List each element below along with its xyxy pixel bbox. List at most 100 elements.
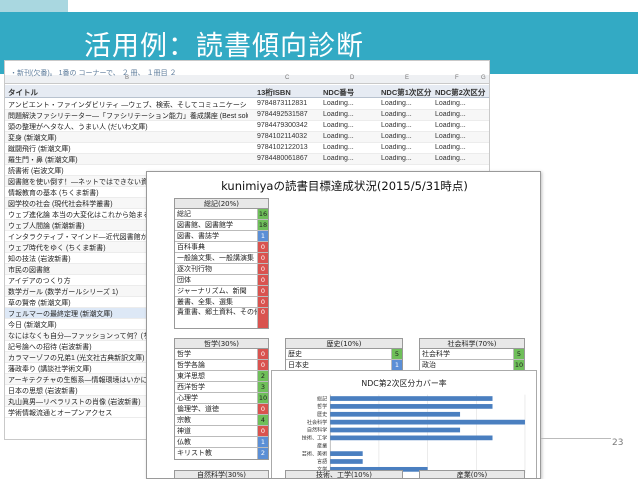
table-row[interactable]: 問題解決ファシリテーター―「ファシリテーション能力」養成講座 (Best sol… <box>5 110 489 121</box>
header-ndc-first[interactable]: NDC第1次区分 <box>381 87 431 98</box>
cell-f[interactable]: Loading... <box>381 122 412 129</box>
ndc-coverage-bar-chart: NDC第2次区分カバー率0.00%15.00%30.00%45.00%60.00… <box>271 370 537 478</box>
category-row: 神道 0 <box>175 426 268 437</box>
cell-isbn[interactable]: 9784873112831 <box>257 100 319 107</box>
header-title[interactable]: タイトル <box>8 87 38 98</box>
cell-g[interactable]: Loading... <box>435 133 466 140</box>
header-ndc-second[interactable]: NDC第2次区分 <box>435 87 485 98</box>
category-count: 0 <box>258 308 268 328</box>
bar <box>330 451 363 456</box>
cell-g[interactable]: Loading... <box>435 100 466 107</box>
category-label: 哲学 <box>317 403 327 410</box>
category-count: 18 <box>258 220 268 230</box>
category-table: 哲学(30%) 哲学 0 哲学各論 0 東洋思想 2 西洋哲学 3 心理学 10 倫理学、道徳 0 宗教 4… <box>174 338 269 460</box>
header-isbn[interactable]: 13桁ISBN <box>257 87 291 98</box>
category-name: 仏教 <box>175 437 258 447</box>
category-row: 図書、書誌学 1 <box>175 231 268 242</box>
cell-title[interactable]: アンビエント・ファインダビリティ ―ウェブ、検索、そしてコミュニケーションをめぐ… <box>8 100 248 110</box>
category-row: 社会科学 5 <box>420 349 524 360</box>
category-count: 16 <box>258 209 268 219</box>
cell-g[interactable]: Loading... <box>435 111 466 118</box>
cell-isbn[interactable]: 9784492531587 <box>257 111 319 118</box>
cell-title[interactable]: 問題解決ファシリテーター―「ファシリテーション能力」養成講座 (Best sol… <box>8 111 248 121</box>
category-count: 2 <box>258 371 268 381</box>
category-count: 0 <box>258 242 268 252</box>
page-number: 23 <box>612 438 624 448</box>
category-name: 総記 <box>175 209 258 219</box>
cell-f[interactable]: Loading... <box>381 111 412 118</box>
category-label: 歴史 <box>317 411 327 418</box>
cell-title[interactable]: 変身 (新潮文庫) <box>8 133 248 143</box>
category-table: 総記(20%) 総記 16 図書館、図書館学 18 図書、書誌学 1 百科事典 0 一般論文集、一… <box>174 198 269 329</box>
table-row[interactable]: 変身 (新潮文庫) 9784102114032 Loading... Loading.… <box>5 132 489 143</box>
category-count: 5 <box>514 349 524 359</box>
category-row: キリスト教 2 <box>175 448 268 459</box>
bar <box>330 419 525 425</box>
category-count: 0 <box>258 349 268 359</box>
category-name: 倫理学、道徳 <box>175 404 258 414</box>
cell-ndc[interactable]: Loading... <box>323 100 354 107</box>
reading-goal-report: kunimiyaの読書目標達成状況(2015/5/31時点) 総記(20%) 総記… <box>146 171 541 479</box>
table-row[interactable]: 羅生門・鼻 (新潮文庫) 9784480061867 Loading... Loadi… <box>5 154 489 165</box>
category-row: 団体 0 <box>175 275 268 286</box>
category-count: 0 <box>258 404 268 414</box>
bar <box>330 396 493 401</box>
column-letter[interactable]: D <box>350 75 354 81</box>
bar <box>330 435 493 441</box>
category-count: 10 <box>258 393 268 403</box>
category-count: 2 <box>258 448 268 459</box>
category-table-caption: 社会科学(70%) <box>420 339 524 349</box>
cell-ndc[interactable]: Loading... <box>323 133 354 140</box>
column-letter[interactable]: C <box>285 75 289 81</box>
cell-f[interactable]: Loading... <box>381 100 412 107</box>
column-letter[interactable]: E <box>405 75 409 81</box>
column-letter[interactable]: F <box>455 75 459 81</box>
category-name: 神道 <box>175 426 258 436</box>
cell-g[interactable]: Loading... <box>435 144 466 151</box>
cell-title[interactable]: 羅生門・鼻 (新潮文庫) <box>8 155 248 165</box>
table-row[interactable]: アンビエント・ファインダビリティ ―ウェブ、検索、そしてコミュニケーションをめぐ… <box>5 99 489 110</box>
category-row: 哲学各論 0 <box>175 360 268 371</box>
category-count: 0 <box>258 360 268 370</box>
category-name: 社会科学 <box>420 349 514 359</box>
category-label: 産業 <box>317 442 327 449</box>
cell-isbn[interactable]: 9784480061867 <box>257 155 319 162</box>
cell-title[interactable]: 頭の整理がヘタな人、うまい人 (だいわ文庫) <box>8 122 248 132</box>
cell-ndc[interactable]: Loading... <box>323 122 354 129</box>
cell-isbn[interactable]: 9784102114032 <box>257 133 319 140</box>
category-table-caption: 哲学(30%) <box>175 339 268 349</box>
header-ndc[interactable]: NDC番号 <box>323 87 354 98</box>
cell-isbn[interactable]: 9784102122013 <box>257 144 319 151</box>
table-row[interactable]: 蹴闘飛行 (新潮文庫) 9784102122013 Loading... Loadin… <box>5 143 489 154</box>
category-row: 仏教 1 <box>175 437 268 448</box>
cell-ndc[interactable]: Loading... <box>323 155 354 162</box>
category-count: 0 <box>258 297 268 307</box>
bar <box>330 411 461 417</box>
category-count: 0 <box>258 286 268 296</box>
spreadsheet-header-row: タイトル 13桁ISBN NDC番号 NDC第1次区分 NDC第2次区分 <box>5 85 489 98</box>
category-name: 西洋哲学 <box>175 382 258 392</box>
category-count: 0 <box>258 264 268 274</box>
report-title: kunimiyaの読書目標達成状況(2015/5/31時点) <box>221 179 468 193</box>
slide-title: 活用例：読書傾向診断 <box>84 31 364 62</box>
column-letter[interactable]: G <box>481 75 486 81</box>
category-name: 一般論文集、一般講演集 <box>175 253 258 263</box>
cell-f[interactable]: Loading... <box>381 133 412 140</box>
table-row[interactable]: 頭の整理がヘタな人、うまい人 (だいわ文庫) 9784479300342 Loadi… <box>5 121 489 132</box>
bar <box>330 459 363 464</box>
category-row: 逐次刊行物 0 <box>175 264 268 275</box>
cell-title[interactable]: 蹴闘飛行 (新潮文庫) <box>8 144 248 154</box>
category-label: 言語 <box>317 458 327 465</box>
cell-f[interactable]: Loading... <box>381 144 412 151</box>
footer-rule <box>541 438 611 439</box>
category-row: 貴重書、郷土資料、その他の特別コレクション0 <box>175 308 268 328</box>
cell-ndc[interactable]: Loading... <box>323 111 354 118</box>
cell-f[interactable]: Loading... <box>381 155 412 162</box>
category-row: 宗教 4 <box>175 415 268 426</box>
cell-g[interactable]: Loading... <box>435 155 466 162</box>
bar <box>330 427 461 433</box>
cell-isbn[interactable]: 9784479300342 <box>257 122 319 129</box>
cell-g[interactable]: Loading... <box>435 122 466 129</box>
cell-ndc[interactable]: Loading... <box>323 144 354 151</box>
category-count: 1 <box>392 360 402 370</box>
